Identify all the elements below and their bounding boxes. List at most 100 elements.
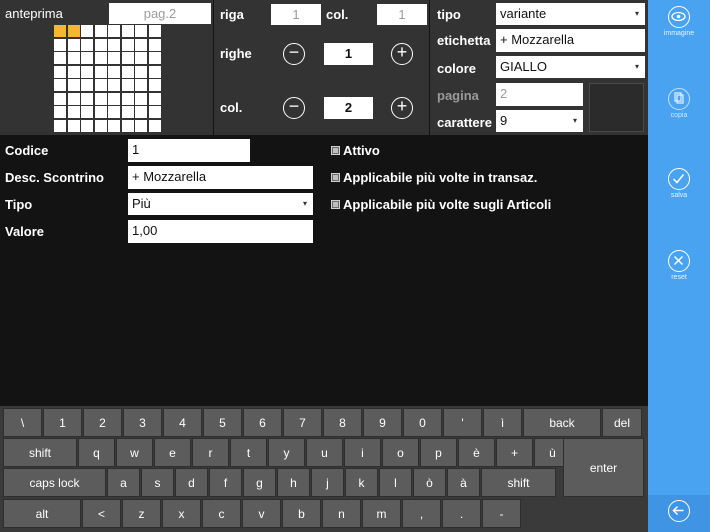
grid-cell[interactable]	[135, 79, 147, 91]
key[interactable]: 2	[83, 408, 122, 437]
articoli-checkbox[interactable]	[331, 200, 340, 209]
key[interactable]: del	[602, 408, 642, 437]
grid-cell[interactable]	[67, 119, 80, 132]
grid-cell[interactable]	[121, 79, 134, 91]
key[interactable]: alt	[3, 499, 81, 528]
grid-cell[interactable]	[108, 65, 120, 78]
key[interactable]: e	[154, 438, 191, 467]
righe-minus-button[interactable]: −	[283, 43, 305, 65]
reset-button[interactable]: reset	[648, 250, 710, 281]
grid-cell[interactable]	[81, 92, 93, 105]
grid-cell[interactable]	[121, 52, 134, 64]
transaz-checkbox[interactable]	[331, 173, 340, 182]
grid-cell[interactable]	[108, 79, 120, 91]
key[interactable]: o	[382, 438, 419, 467]
key[interactable]: è	[458, 438, 495, 467]
key[interactable]: 8	[323, 408, 362, 437]
codice-field[interactable]: 1	[128, 139, 250, 162]
key[interactable]: n	[322, 499, 361, 528]
key[interactable]: a	[107, 468, 140, 497]
key[interactable]: '	[443, 408, 482, 437]
grid-cell[interactable]	[54, 106, 66, 118]
immagine-button[interactable]: immagine	[648, 6, 710, 37]
key[interactable]: m	[362, 499, 401, 528]
grid-cell[interactable]	[108, 119, 120, 132]
grid-cell[interactable]	[94, 65, 107, 78]
enter-key[interactable]: enter	[563, 438, 644, 497]
salva-button[interactable]: salva	[648, 168, 710, 199]
key[interactable]: f	[209, 468, 242, 497]
key[interactable]: 5	[203, 408, 242, 437]
cols-plus-button[interactable]: +	[391, 97, 413, 119]
key[interactable]: c	[202, 499, 241, 528]
key[interactable]: k	[345, 468, 378, 497]
riga-field[interactable]: 1	[271, 4, 321, 25]
grid-cell[interactable]	[94, 52, 107, 64]
grid-cell[interactable]	[94, 119, 107, 132]
grid-cell[interactable]	[108, 92, 120, 105]
key[interactable]: shift	[481, 468, 556, 497]
key[interactable]: d	[175, 468, 208, 497]
righe-field[interactable]: 1	[324, 43, 373, 65]
tipo-form-select[interactable]: Più ▾	[128, 193, 313, 215]
grid-cell[interactable]	[108, 38, 120, 51]
grid-cell[interactable]	[54, 92, 66, 105]
key[interactable]: z	[122, 499, 161, 528]
grid-cell[interactable]	[81, 52, 93, 64]
grid-cell[interactable]	[135, 106, 147, 118]
key[interactable]: x	[162, 499, 201, 528]
copia-button[interactable]: copia	[648, 88, 710, 119]
col-field[interactable]: 1	[377, 4, 427, 25]
grid-cell[interactable]	[81, 65, 93, 78]
key[interactable]: s	[141, 468, 174, 497]
back-arrow-icon[interactable]	[668, 500, 690, 522]
grid-cell[interactable]	[148, 25, 161, 37]
key[interactable]: \	[3, 408, 42, 437]
grid-cell[interactable]	[135, 38, 147, 51]
grid-cell[interactable]	[81, 79, 93, 91]
grid-cell[interactable]	[135, 92, 147, 105]
grid-cell[interactable]	[94, 92, 107, 105]
key[interactable]: r	[192, 438, 229, 467]
grid-cell[interactable]	[67, 106, 80, 118]
grid-cell[interactable]	[67, 92, 80, 105]
grid-cell[interactable]	[67, 52, 80, 64]
key[interactable]: à	[447, 468, 480, 497]
key[interactable]: 7	[283, 408, 322, 437]
key[interactable]: ì	[483, 408, 522, 437]
grid-cell[interactable]	[81, 38, 93, 51]
page-field[interactable]: pag.2	[109, 3, 211, 24]
grid-cell[interactable]	[148, 119, 161, 132]
key[interactable]: g	[243, 468, 276, 497]
key[interactable]: 3	[123, 408, 162, 437]
grid-cell[interactable]	[94, 79, 107, 91]
etichetta-field[interactable]: + Mozzarella	[496, 29, 645, 52]
key[interactable]: l	[379, 468, 412, 497]
key[interactable]: q	[78, 438, 115, 467]
grid-cell[interactable]	[108, 106, 120, 118]
colore-select[interactable]: GIALLO ▾	[496, 56, 645, 78]
grid-cell[interactable]	[108, 25, 120, 37]
key[interactable]: shift	[3, 438, 77, 467]
cols-field[interactable]: 2	[324, 97, 373, 119]
grid-cell[interactable]	[108, 52, 120, 64]
grid-cell[interactable]	[54, 79, 66, 91]
tipo-select[interactable]: variante ▾	[496, 3, 645, 25]
grid-cell[interactable]	[121, 119, 134, 132]
valore-field[interactable]: 1,00	[128, 220, 313, 243]
grid-cell[interactable]	[121, 92, 134, 105]
grid-cell[interactable]	[81, 119, 93, 132]
grid-cell[interactable]	[94, 38, 107, 51]
key[interactable]: 1	[43, 408, 82, 437]
key[interactable]: ,	[402, 499, 441, 528]
grid-cell[interactable]	[81, 25, 93, 37]
grid-cell-selected[interactable]	[67, 25, 80, 37]
grid-cell[interactable]	[121, 106, 134, 118]
attivo-checkbox[interactable]	[331, 146, 340, 155]
key[interactable]: w	[116, 438, 153, 467]
key[interactable]: b	[282, 499, 321, 528]
grid-cell[interactable]	[121, 65, 134, 78]
grid-cell[interactable]	[148, 38, 161, 51]
grid-cell[interactable]	[148, 79, 161, 91]
grid-cell[interactable]	[94, 106, 107, 118]
